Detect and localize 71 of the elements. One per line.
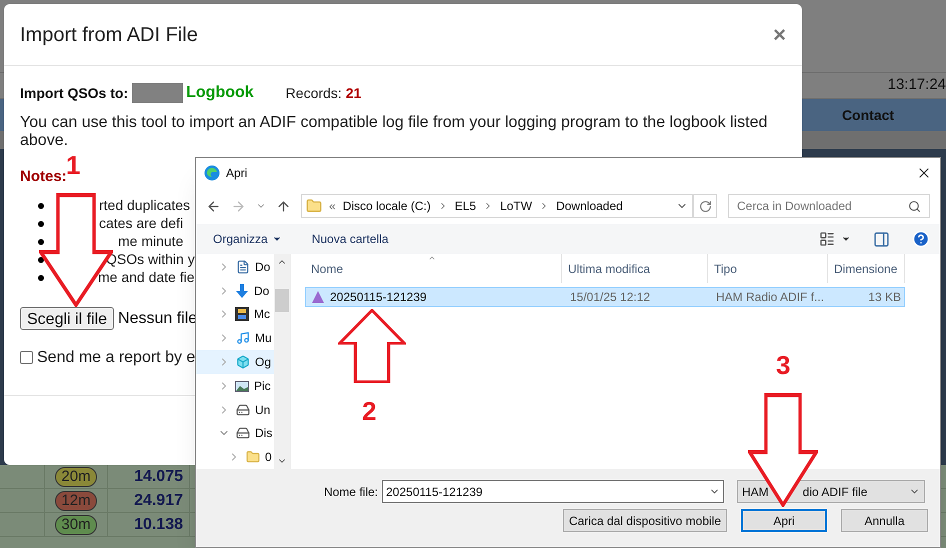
dialog-button[interactable]: Apri xyxy=(741,509,827,532)
path-segment[interactable]: EL5 xyxy=(454,197,476,215)
filter-text: dio ADIF file xyxy=(802,484,868,500)
band-badge: 20m xyxy=(55,467,97,487)
column-header[interactable]: Nome xyxy=(305,254,562,283)
search-placeholder: Cerca in Downloaded xyxy=(737,198,852,215)
path-segment[interactable]: Disco locale (C:) xyxy=(342,197,431,215)
filename-value: 20250115-121239 xyxy=(386,484,484,500)
nav-label: Mc xyxy=(254,306,270,324)
filter-text: HAM xyxy=(742,484,769,500)
path-segment[interactable]: LoTW xyxy=(500,197,532,215)
nav-label: Dis xyxy=(255,425,272,442)
choose-file-button[interactable]: Scegli il file xyxy=(20,307,114,330)
checkbox-label: Send me a report by e xyxy=(37,348,196,368)
column-header[interactable]: Ultima modifica xyxy=(562,254,708,283)
dialog-button[interactable]: Carica dal dispositivo mobile xyxy=(563,509,727,532)
nav-label: Un xyxy=(255,402,270,419)
organize-menu[interactable]: Organizza xyxy=(213,230,282,248)
file-type: HAM Radio ADIF f... xyxy=(715,289,826,306)
nav-item[interactable]: Mc xyxy=(196,302,274,326)
column-header[interactable]: Tipo xyxy=(708,254,828,283)
path-segment[interactable]: Downloaded xyxy=(556,197,623,215)
nav-label: Pic xyxy=(254,378,271,395)
nav-item[interactable]: Un xyxy=(196,398,274,422)
step-number: 3 xyxy=(776,349,790,382)
frequency-text: 10.138 xyxy=(134,515,183,535)
frequency-text: 14.075 xyxy=(134,467,183,487)
note-text: rted duplicates xyxy=(99,196,190,215)
band-badge: 30m xyxy=(55,515,97,535)
frequency-text: 24.917 xyxy=(134,491,183,511)
window-title: Apri xyxy=(226,165,248,182)
step-number: 1 xyxy=(66,149,80,182)
close-button[interactable]: × xyxy=(773,24,786,46)
column-header: Contact xyxy=(840,106,896,124)
file-row[interactable]: 20250115-121239 15/01/25 12:12 HAM Radio ADIF f... 13 KB xyxy=(305,287,905,307)
records-count: 21 xyxy=(346,84,362,102)
file-name: 20250115-121239 xyxy=(330,289,427,306)
column-header[interactable]: Dimensione xyxy=(828,254,905,283)
notes-title: Notes: xyxy=(20,167,67,187)
nav-item[interactable]: Do xyxy=(196,278,274,303)
search-field[interactable]: Cerca in Downloaded xyxy=(728,194,930,218)
file-size: 13 KB xyxy=(867,289,902,306)
dialog-button[interactable]: Annulla xyxy=(841,509,928,532)
nav-label: Do xyxy=(255,258,270,276)
address-bar[interactable]: « Disco locale (C:) EL5 LoTW Downloaded xyxy=(301,194,693,218)
nav-item[interactable]: Dis xyxy=(196,421,274,446)
step-number: 2 xyxy=(362,395,376,428)
filename-field[interactable]: 20250115-121239 xyxy=(382,480,724,503)
nav-label: Mu xyxy=(255,330,272,348)
band-badge: 12m xyxy=(55,491,97,511)
logbook-text: Logbook xyxy=(186,83,254,103)
nav-item[interactable]: 0 xyxy=(196,445,274,469)
path-prefix: « xyxy=(329,198,336,215)
description-text: You can use this tool to import an ADIF compatible log file from your logging program to the logbook listed above. xyxy=(20,114,768,150)
note-text: me minute xyxy=(118,232,184,251)
import-label: Import QSOs to: xyxy=(20,84,128,103)
nav-label: Do xyxy=(254,282,270,300)
note-text: me and date fie xyxy=(98,268,195,287)
new-folder-button[interactable]: Nuova cartella xyxy=(312,230,388,248)
note-text: cates are defi xyxy=(99,214,184,233)
nav-item[interactable]: Pic xyxy=(196,374,274,398)
dialog-title: Import from ADI File xyxy=(20,22,198,48)
file-modified: 15/01/25 12:12 xyxy=(569,289,652,306)
nav-item[interactable]: Do xyxy=(196,255,274,279)
nav-label: 0 xyxy=(265,449,272,466)
records-label: Records: xyxy=(286,84,342,102)
nav-item[interactable]: Mu xyxy=(196,326,274,350)
clock-text: 13:17:24 xyxy=(888,75,946,96)
filename-label: Nome file: xyxy=(322,484,379,500)
nav-label: Og xyxy=(255,354,272,372)
nav-item[interactable]: Og xyxy=(196,350,274,374)
